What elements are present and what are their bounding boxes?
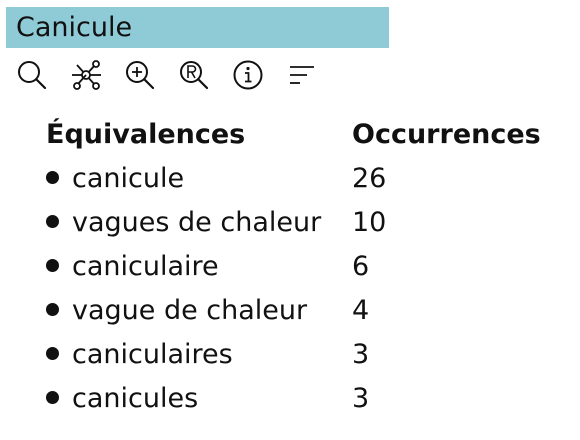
count-cell: 3 xyxy=(352,338,370,370)
table-row[interactable]: caniculaires 3 xyxy=(46,332,552,376)
count-cell: 3 xyxy=(352,382,370,414)
term-text[interactable]: canicule xyxy=(72,163,184,194)
search-button[interactable] xyxy=(14,58,50,92)
term-cell: vague de chaleur xyxy=(46,288,352,332)
bullet-icon xyxy=(46,170,59,184)
count-cell: 10 xyxy=(352,206,387,238)
search-icon xyxy=(18,61,47,90)
page-title: Canicule xyxy=(16,12,133,43)
term-cell: caniculaires xyxy=(46,332,352,376)
term-text[interactable]: caniculaires xyxy=(72,339,233,370)
count-cell: 6 xyxy=(352,250,370,282)
column-header-equivalences: Équivalences xyxy=(46,118,246,150)
table-row[interactable]: canicules 3 xyxy=(46,376,552,420)
term-cell: canicule xyxy=(46,156,352,200)
registered-search-button[interactable] xyxy=(176,58,212,92)
bullet-icon xyxy=(46,258,59,272)
count-cell: 26 xyxy=(352,162,387,194)
table-header-row: Équivalences Occurrences xyxy=(46,112,552,156)
term-cell: caniculaire xyxy=(46,244,352,288)
bullet-icon xyxy=(46,390,59,404)
zoom-in-icon xyxy=(126,61,155,90)
term-cell: canicules xyxy=(46,376,352,420)
count-cell: 4 xyxy=(352,294,370,326)
table-row[interactable]: canicule 26 xyxy=(46,156,552,200)
network-graph-button[interactable] xyxy=(68,58,104,92)
info-icon xyxy=(233,60,263,90)
network-graph-icon xyxy=(72,60,101,90)
bullet-icon xyxy=(46,346,59,360)
term-text[interactable]: vague de chaleur xyxy=(72,295,307,326)
bullet-icon xyxy=(46,302,59,316)
table-row[interactable]: vagues de chaleur 10 xyxy=(46,200,552,244)
term-cell: vagues de chaleur xyxy=(46,200,352,244)
table-row[interactable]: vague de chaleur 4 xyxy=(46,288,552,332)
info-button[interactable] xyxy=(230,58,266,92)
column-header-occurrences: Occurrences xyxy=(352,118,541,150)
zoom-in-button[interactable] xyxy=(122,58,158,92)
sort-lines-icon xyxy=(290,66,314,84)
term-text[interactable]: caniculaire xyxy=(72,251,219,282)
toolbar xyxy=(14,58,338,92)
registered-search-icon xyxy=(180,61,209,90)
sort-button[interactable] xyxy=(284,58,320,92)
table-row[interactable]: caniculaire 6 xyxy=(46,244,552,288)
equivalences-table: Équivalences Occurrences canicule 26 vag… xyxy=(46,112,552,420)
term-text[interactable]: canicules xyxy=(72,383,198,414)
equivalences-table-container: Équivalences Occurrences canicule 26 vag… xyxy=(46,112,566,420)
bullet-icon xyxy=(46,214,59,228)
title-bar: Canicule xyxy=(6,7,389,48)
term-text[interactable]: vagues de chaleur xyxy=(72,207,321,238)
